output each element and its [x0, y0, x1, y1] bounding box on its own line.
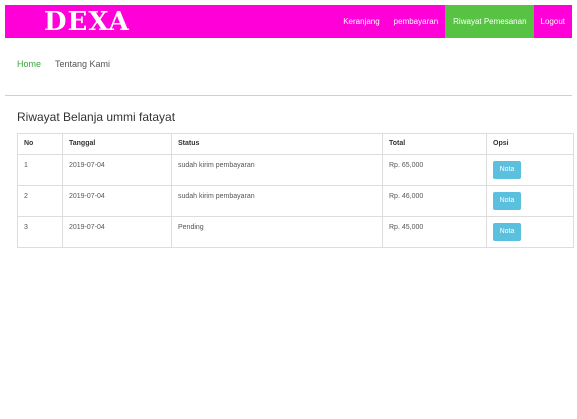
home-link[interactable]: Home: [17, 59, 41, 69]
cell-total: Rp. 45,000: [382, 216, 487, 248]
brand-logo[interactable]: DEXA: [44, 7, 130, 37]
header-opsi: Opsi: [486, 133, 574, 155]
cell-opsi: Nota: [486, 185, 574, 217]
cell-total: Rp. 46,000: [382, 185, 487, 217]
cell-status: Pending: [171, 216, 383, 248]
cell-total: Rp. 65,000: [382, 154, 487, 186]
page-title: Riwayat Belanja ummi fatayat: [17, 110, 176, 124]
header-tanggal: Tanggal: [62, 133, 172, 155]
cell-status: sudah kirim pembayaran: [171, 185, 383, 217]
order-history-table: No Tanggal Status Total Opsi 1 2019-07-0…: [17, 133, 574, 248]
header-status: Status: [171, 133, 383, 155]
nota-button[interactable]: Nota: [493, 161, 521, 179]
header-total: Total: [382, 133, 487, 155]
nav-link-keranjang[interactable]: Keranjang: [336, 5, 386, 38]
cell-tanggal: 2019-07-04: [62, 216, 172, 248]
cell-tanggal: 2019-07-04: [62, 185, 172, 217]
table-row: 1 2019-07-04 sudah kirim pembayaran Rp. …: [17, 154, 574, 186]
header-no: No: [17, 133, 63, 155]
cell-tanggal: 2019-07-04: [62, 154, 172, 186]
cell-no: 3: [17, 216, 63, 248]
table-header-row: No Tanggal Status Total Opsi: [17, 133, 574, 155]
divider: [5, 95, 572, 96]
cell-opsi: Nota: [486, 216, 574, 248]
cell-status: sudah kirim pembayaran: [171, 154, 383, 186]
nota-button[interactable]: Nota: [493, 192, 521, 210]
cell-no: 1: [17, 154, 63, 186]
table-row: 3 2019-07-04 Pending Rp. 45,000 Nota: [17, 216, 574, 248]
top-navbar: DEXA Keranjang pembayaran Riwayat Pemesa…: [5, 5, 572, 38]
cell-opsi: Nota: [486, 154, 574, 186]
nav-link-riwayat-pemesanan[interactable]: Riwayat Pemesanan: [445, 5, 534, 38]
nav-link-logout[interactable]: Logout: [534, 5, 572, 38]
nav-links: Keranjang pembayaran Riwayat Pemesanan L…: [336, 5, 572, 38]
table-row: 2 2019-07-04 sudah kirim pembayaran Rp. …: [17, 185, 574, 217]
nota-button[interactable]: Nota: [493, 223, 521, 241]
cell-no: 2: [17, 185, 63, 217]
nav-link-pembayaran[interactable]: pembayaran: [387, 5, 445, 38]
breadcrumb-nav: Home Tentang Kami: [17, 59, 110, 69]
tentang-kami-link[interactable]: Tentang Kami: [55, 59, 110, 69]
